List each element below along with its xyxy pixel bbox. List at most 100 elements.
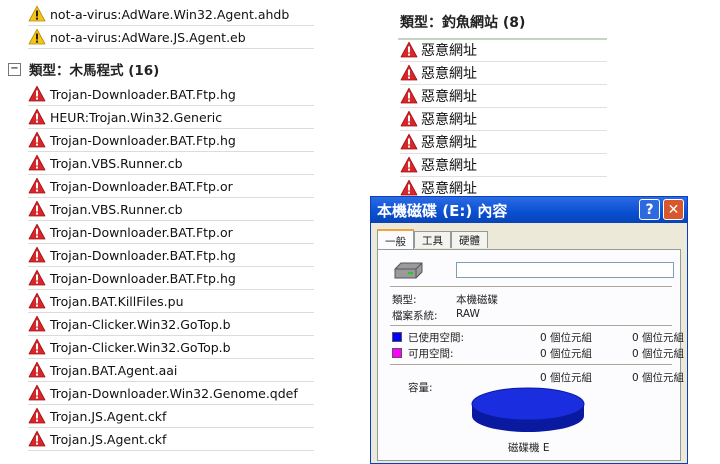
tab-general[interactable]: 一般 (377, 229, 414, 251)
list-item[interactable]: Trojan.BAT.Agent.aai (28, 359, 314, 382)
phishing-label: 惡意網址 (421, 135, 477, 151)
list-item[interactable]: 惡意網址 (400, 85, 607, 108)
dialog-title: 本機磁碟 (E:) 內容 (377, 201, 508, 220)
threat-name: Trojan.BAT.KillFiles.pu (50, 293, 184, 309)
capacity-size: 0 個位元組 (632, 372, 685, 384)
threat-name: Trojan.VBS.Runner.cb (50, 201, 183, 217)
list-item[interactable]: Trojan-Clicker.Win32.GoTop.b (28, 336, 314, 359)
danger-icon (28, 108, 46, 126)
free-space-swatch (392, 348, 402, 358)
tab-tools[interactable]: 工具 (414, 231, 451, 248)
threat-name: Trojan.JS.Agent.ckf (50, 431, 167, 447)
danger-icon (400, 179, 418, 197)
danger-icon (28, 407, 46, 425)
dialog-tabs: 一般 工具 硬體 (377, 229, 488, 251)
threat-name: Trojan-Downloader.BAT.Ftp.hg (50, 247, 236, 263)
danger-icon (28, 361, 46, 379)
threat-name: not-a-virus:AdWare.JS.Agent.eb (50, 29, 246, 45)
danger-icon (28, 223, 46, 241)
collapse-icon[interactable]: − (8, 62, 21, 76)
divider (390, 364, 672, 365)
danger-icon (28, 200, 46, 218)
danger-icon (28, 338, 46, 356)
danger-icon (28, 315, 46, 333)
danger-icon (400, 87, 418, 105)
danger-icon (28, 292, 46, 310)
threat-name: Trojan.BAT.Agent.aai (50, 362, 178, 378)
help-button[interactable]: ? (639, 199, 660, 220)
used-space-swatch (392, 332, 402, 342)
category-title: 類型：釣魚網站 (8) (400, 15, 526, 31)
hard-drive-icon (394, 262, 423, 279)
danger-icon (28, 154, 46, 172)
danger-icon (28, 430, 46, 448)
close-button[interactable]: ✕ (663, 199, 684, 220)
list-item[interactable]: Trojan-Downloader.BAT.Ftp.hg (28, 267, 314, 290)
phishing-label: 惡意網址 (421, 158, 477, 174)
category-title: 類型：木馬程式 (16) (29, 63, 160, 79)
threat-name: Trojan-Downloader.BAT.Ftp.or (50, 224, 233, 240)
danger-icon (400, 110, 418, 128)
tab-hardware[interactable]: 硬體 (451, 231, 488, 248)
list-item[interactable]: Trojan-Downloader.BAT.Ftp.hg (28, 83, 314, 106)
category-header-trojan[interactable]: − 類型：木馬程式 (16) (8, 59, 159, 79)
warning-icon (28, 28, 46, 46)
danger-icon (400, 64, 418, 82)
list-item[interactable]: 惡意網址 (400, 131, 607, 154)
drive-name-input[interactable] (456, 262, 674, 278)
file-system-value: RAW (456, 308, 480, 320)
free-space-bytes: 0 個位元組 (540, 348, 593, 360)
warning-icon (28, 5, 46, 23)
phishing-label: 惡意網址 (421, 66, 477, 82)
danger-icon (28, 246, 46, 264)
phishing-label: 惡意網址 (421, 181, 477, 197)
danger-icon (28, 131, 46, 149)
capacity-label: 容量: (408, 382, 433, 394)
threat-list-panel: not-a-virus:AdWare.Win32.Agent.ahdb not-… (0, 0, 316, 464)
free-space-size: 0 個位元組 (632, 348, 685, 360)
drive-label: 磁碟機 E (508, 442, 550, 454)
list-item[interactable]: Trojan-Downloader.BAT.Ftp.hg (28, 244, 314, 267)
list-item[interactable]: Trojan.JS.Agent.ckf (28, 405, 314, 428)
list-item[interactable]: 惡意網址 (400, 154, 607, 177)
file-system-label: 檔案系統: (392, 310, 438, 322)
list-item[interactable]: not-a-virus:AdWare.JS.Agent.eb (28, 26, 314, 49)
list-item[interactable]: Trojan-Downloader.BAT.Ftp.or (28, 221, 314, 244)
threat-name: not-a-virus:AdWare.Win32.Agent.ahdb (50, 6, 290, 22)
divider (390, 325, 672, 326)
threat-name: Trojan-Downloader.BAT.Ftp.hg (50, 86, 236, 102)
threat-name: Trojan-Clicker.Win32.GoTop.b (50, 316, 231, 332)
list-item[interactable]: Trojan-Downloader.Win32.Genome.qdef (28, 382, 314, 405)
drive-properties-dialog: 本機磁碟 (E:) 內容 ? ✕ 一般 工具 硬體 類型: 本機磁碟 檔案系統:… (370, 196, 688, 464)
danger-icon (400, 156, 418, 174)
threat-name: Trojan-Downloader.BAT.Ftp.or (50, 178, 233, 194)
list-item[interactable]: Trojan.VBS.Runner.cb (28, 152, 314, 175)
threat-name: Trojan-Downloader.Win32.Genome.qdef (50, 385, 298, 401)
list-item[interactable]: Trojan-Downloader.BAT.Ftp.or (28, 175, 314, 198)
threat-name: Trojan.JS.Agent.ckf (50, 408, 167, 424)
threat-name: HEUR:Trojan.Win32.Generic (50, 109, 223, 125)
used-space-bytes: 0 個位元組 (540, 332, 593, 344)
danger-icon (28, 177, 46, 195)
list-item[interactable]: not-a-virus:AdWare.Win32.Agent.ahdb (28, 3, 314, 26)
general-tab-panel: 類型: 本機磁碟 檔案系統: RAW 已使用空間: 0 個位元組 0 個位元組 … (377, 249, 685, 461)
list-item[interactable]: Trojan.BAT.KillFiles.pu (28, 290, 314, 313)
list-item[interactable]: Trojan.VBS.Runner.cb (28, 198, 314, 221)
list-item[interactable]: 惡意網址 (400, 108, 607, 131)
list-item[interactable]: Trojan.JS.Agent.ckf (28, 428, 314, 451)
danger-icon (400, 133, 418, 151)
danger-icon (28, 269, 46, 287)
dialog-title-bar[interactable]: 本機磁碟 (E:) 內容 ? ✕ (371, 197, 687, 223)
phishing-label: 惡意網址 (421, 112, 477, 128)
list-item[interactable]: Trojan-Clicker.Win32.GoTop.b (28, 313, 314, 336)
list-item[interactable]: HEUR:Trojan.Win32.Generic (28, 106, 314, 129)
threat-name: Trojan.VBS.Runner.cb (50, 155, 183, 171)
list-item[interactable]: 惡意網址 (400, 39, 607, 62)
help-icon: ? (645, 201, 654, 218)
capacity-bytes: 0 個位元組 (540, 372, 593, 384)
list-item[interactable]: Trojan-Downloader.BAT.Ftp.hg (28, 129, 314, 152)
type-value: 本機磁碟 (456, 294, 498, 306)
phishing-list-panel: 類型：釣魚網站 (8) 惡意網址 惡意網址 惡意網址 惡意網址 惡意網址 惡意網址 惡意網址 (398, 0, 720, 200)
phishing-label: 惡意網址 (421, 43, 477, 59)
list-item[interactable]: 惡意網址 (400, 62, 607, 85)
